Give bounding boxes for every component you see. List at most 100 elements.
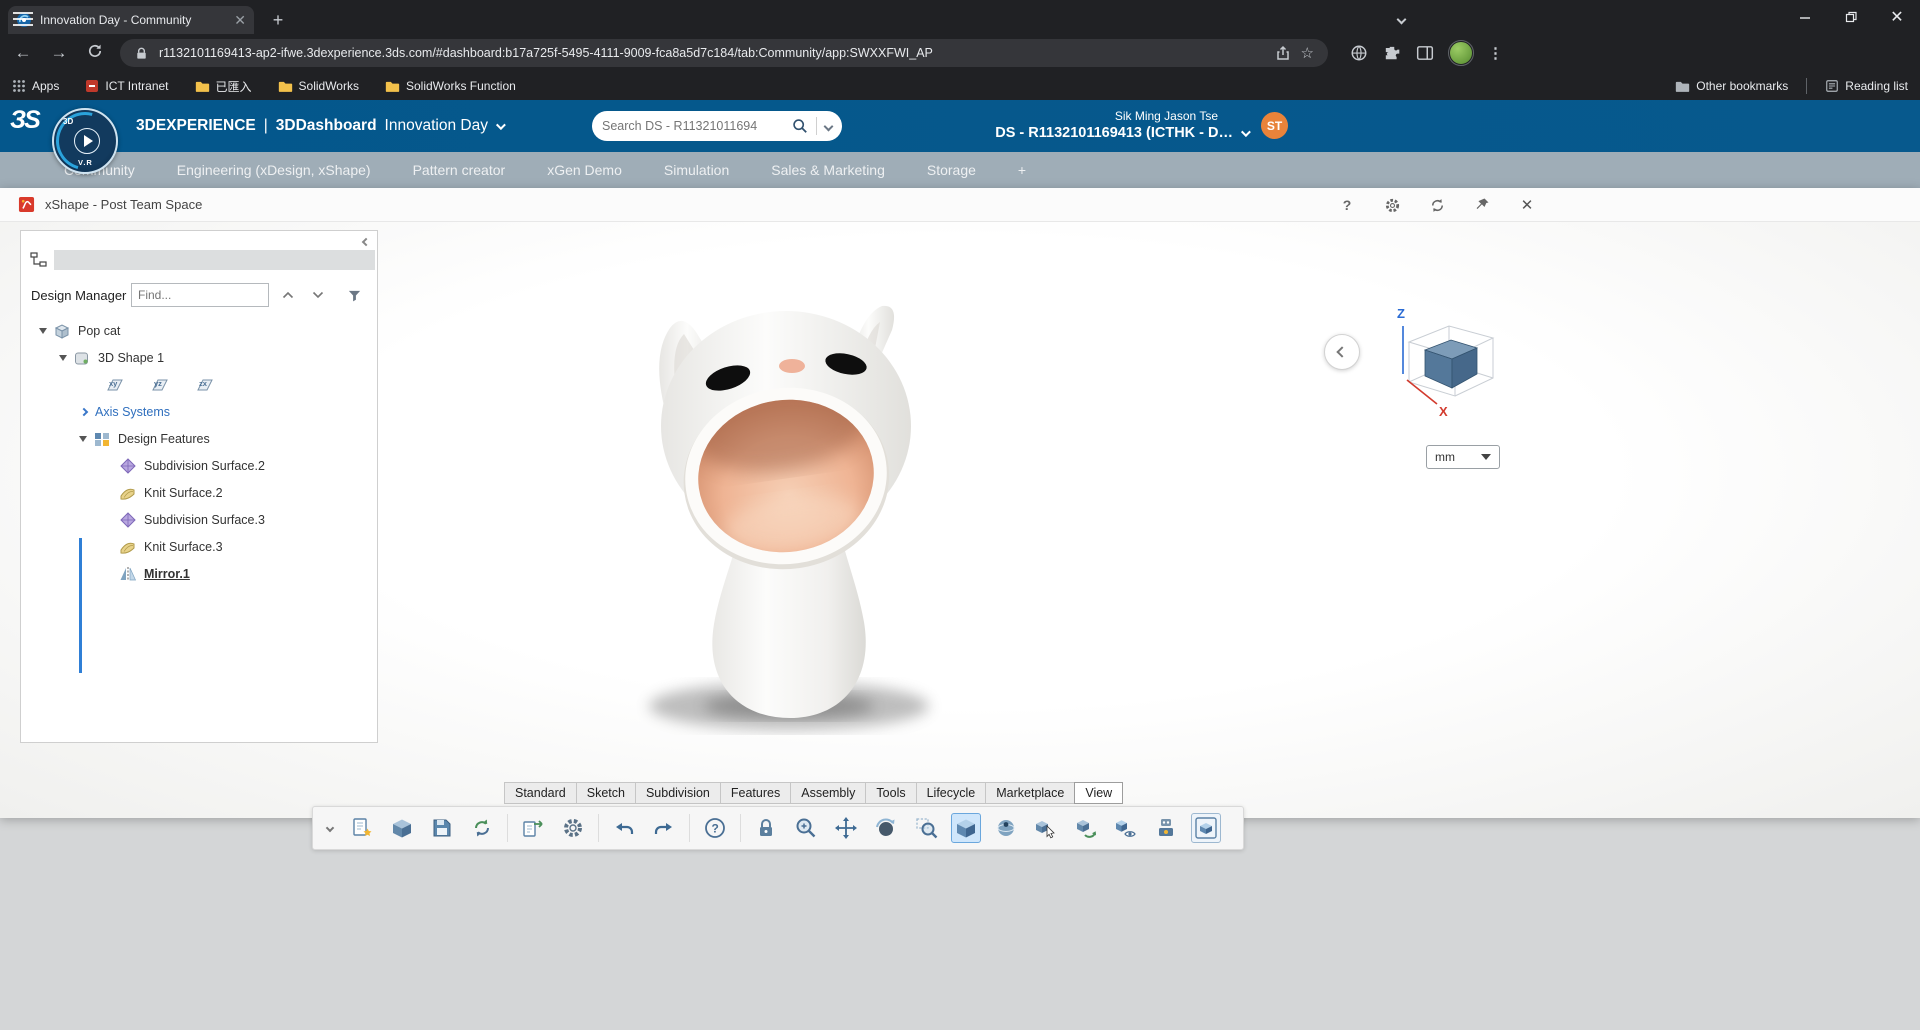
- app-refresh-icon[interactable]: [1428, 196, 1446, 214]
- restore-button[interactable]: [1828, 0, 1874, 34]
- extension-globe-icon[interactable]: [1350, 44, 1368, 62]
- ribbon-tab-sketch[interactable]: Sketch: [576, 782, 636, 804]
- help-button[interactable]: ?: [700, 813, 730, 843]
- panel-collapse-button[interactable]: [358, 234, 374, 250]
- search-icon[interactable]: [792, 118, 808, 134]
- tree-item-feature[interactable]: Subdivision Surface.3: [21, 506, 377, 533]
- view-cube[interactable]: Y Z X: [1389, 304, 1509, 424]
- expander-down-icon[interactable]: [59, 355, 67, 361]
- tree-item-feature[interactable]: Knit Surface.3: [21, 533, 377, 560]
- browser-profile-avatar[interactable]: [1449, 41, 1473, 65]
- rotate-view-button[interactable]: [871, 813, 901, 843]
- bookmark-star-icon[interactable]: ☆: [1301, 44, 1314, 62]
- units-dropdown[interactable]: mm: [1426, 445, 1500, 469]
- user-block[interactable]: Sik Ming Jason Tse DS - R1132101169413 (…: [900, 109, 1248, 141]
- user-avatar[interactable]: ST: [1261, 112, 1288, 139]
- find-box[interactable]: [131, 283, 269, 307]
- tree-item-design-features[interactable]: Design Features: [21, 425, 377, 452]
- look-at-button[interactable]: [991, 813, 1021, 843]
- undo-button[interactable]: [609, 813, 639, 843]
- plane-xy-icon[interactable]: xy: [104, 377, 126, 393]
- pan-button[interactable]: [831, 813, 861, 843]
- ribbon-tab-features[interactable]: Features: [720, 782, 791, 804]
- zoom-area-button[interactable]: [911, 813, 941, 843]
- reading-sidebar-icon[interactable]: [1416, 44, 1434, 62]
- zoom-in-button[interactable]: [791, 813, 821, 843]
- tab-search-chevron-icon[interactable]: [1398, 10, 1412, 24]
- find-input[interactable]: [138, 288, 262, 302]
- toolbar-expand-chevron-icon[interactable]: [323, 825, 337, 831]
- expander-down-icon[interactable]: [39, 328, 47, 334]
- forward-icon[interactable]: →: [48, 43, 70, 63]
- multi-view-button[interactable]: [1191, 813, 1221, 843]
- new-tab-button[interactable]: +: [266, 9, 290, 33]
- omnibox[interactable]: r1132101169413-ap2-ifwe.3dexperience.3ds…: [120, 39, 1328, 67]
- bookmark-folder-solidworks[interactable]: SolidWorks: [278, 79, 359, 93]
- find-previous-button[interactable]: [277, 284, 299, 306]
- ribbon-tab-view[interactable]: View: [1074, 782, 1123, 804]
- tree-item-axis-systems[interactable]: Axis Systems: [21, 398, 377, 425]
- tab-engineering[interactable]: Engineering (xDesign, xShape): [177, 162, 371, 178]
- tree-item-feature[interactable]: Subdivision Surface.2: [21, 452, 377, 479]
- reading-list-button[interactable]: Reading list: [1825, 79, 1908, 93]
- ribbon-tab-lifecycle[interactable]: Lifecycle: [916, 782, 987, 804]
- tab-xgen-demo[interactable]: xGen Demo: [547, 162, 622, 178]
- refresh-view-button[interactable]: [1071, 813, 1101, 843]
- dashboard-name[interactable]: Innovation Day: [385, 117, 488, 135]
- hide-show-button[interactable]: [1111, 813, 1141, 843]
- pop-cat-model[interactable]: [594, 286, 994, 756]
- dashboard-menu-icon[interactable]: [13, 8, 33, 26]
- tree-item-feature-selected[interactable]: Mirror.1: [21, 560, 377, 587]
- app-close-icon[interactable]: ✕: [1518, 196, 1536, 214]
- share-page-icon[interactable]: [1275, 45, 1291, 61]
- tree-item-shape[interactable]: 3D Shape 1: [21, 344, 377, 371]
- tab-close-icon[interactable]: ✕: [234, 13, 246, 27]
- app-help-icon[interactable]: ?: [1338, 196, 1356, 214]
- bookmark-folder-solidworks-function[interactable]: SolidWorks Function: [385, 79, 516, 93]
- other-bookmarks-button[interactable]: Other bookmarks: [1675, 79, 1788, 93]
- bookmark-folder-imported[interactable]: 已匯入: [195, 78, 252, 95]
- search-input[interactable]: [602, 119, 784, 133]
- ribbon-tab-standard[interactable]: Standard: [504, 782, 577, 804]
- panel-toggle-button[interactable]: [1324, 334, 1360, 370]
- apps-shortcut[interactable]: Apps: [12, 79, 59, 93]
- robot-button[interactable]: [1151, 813, 1181, 843]
- lock-rotation-button[interactable]: [751, 813, 781, 843]
- tree-item-root[interactable]: Pop cat: [21, 317, 377, 344]
- tab-simulation[interactable]: Simulation: [664, 162, 729, 178]
- update-sync-button[interactable]: [467, 813, 497, 843]
- reload-icon[interactable]: [84, 43, 106, 64]
- tab-storage[interactable]: Storage: [927, 162, 976, 178]
- redo-button[interactable]: [649, 813, 679, 843]
- url-text[interactable]: r1132101169413-ap2-ifwe.3dexperience.3ds…: [159, 46, 1265, 60]
- compass-logo[interactable]: 3D V.R: [52, 108, 118, 174]
- tree-item-feature[interactable]: Knit Surface.2: [21, 479, 377, 506]
- tab-pattern-creator[interactable]: Pattern creator: [413, 162, 506, 178]
- settings-button[interactable]: [558, 813, 588, 843]
- plane-zx-icon[interactable]: zx: [194, 377, 216, 393]
- ribbon-tab-subdivision[interactable]: Subdivision: [635, 782, 721, 804]
- save-button[interactable]: [427, 813, 457, 843]
- new-content-button[interactable]: [347, 813, 377, 843]
- export-button[interactable]: [518, 813, 548, 843]
- minimize-button[interactable]: [1782, 0, 1828, 34]
- extensions-puzzle-icon[interactable]: [1383, 44, 1401, 62]
- plane-yz-icon[interactable]: yz: [149, 377, 171, 393]
- back-icon[interactable]: ←: [12, 43, 34, 63]
- app-pin-icon[interactable]: [1473, 196, 1491, 214]
- select-view-button[interactable]: [1031, 813, 1061, 843]
- ribbon-tab-assembly[interactable]: Assembly: [790, 782, 866, 804]
- model-tree-icon[interactable]: [28, 252, 50, 268]
- search-options-chevron-icon[interactable]: [824, 121, 834, 131]
- site-lock-icon[interactable]: [134, 46, 149, 61]
- filter-funnel-icon[interactable]: [343, 284, 365, 306]
- expander-down-icon[interactable]: [79, 436, 87, 442]
- ribbon-tab-marketplace[interactable]: Marketplace: [985, 782, 1075, 804]
- tab-sales-marketing[interactable]: Sales & Marketing: [771, 162, 885, 178]
- find-next-button[interactable]: [307, 284, 329, 306]
- iso-view-button[interactable]: [951, 813, 981, 843]
- open-model-button[interactable]: [387, 813, 417, 843]
- dashboard-switch-chevron-icon[interactable]: [496, 120, 506, 130]
- browser-menu-icon[interactable]: ⋮: [1488, 44, 1503, 62]
- browser-tab[interactable]: Innovation Day - Community ✕: [8, 6, 254, 34]
